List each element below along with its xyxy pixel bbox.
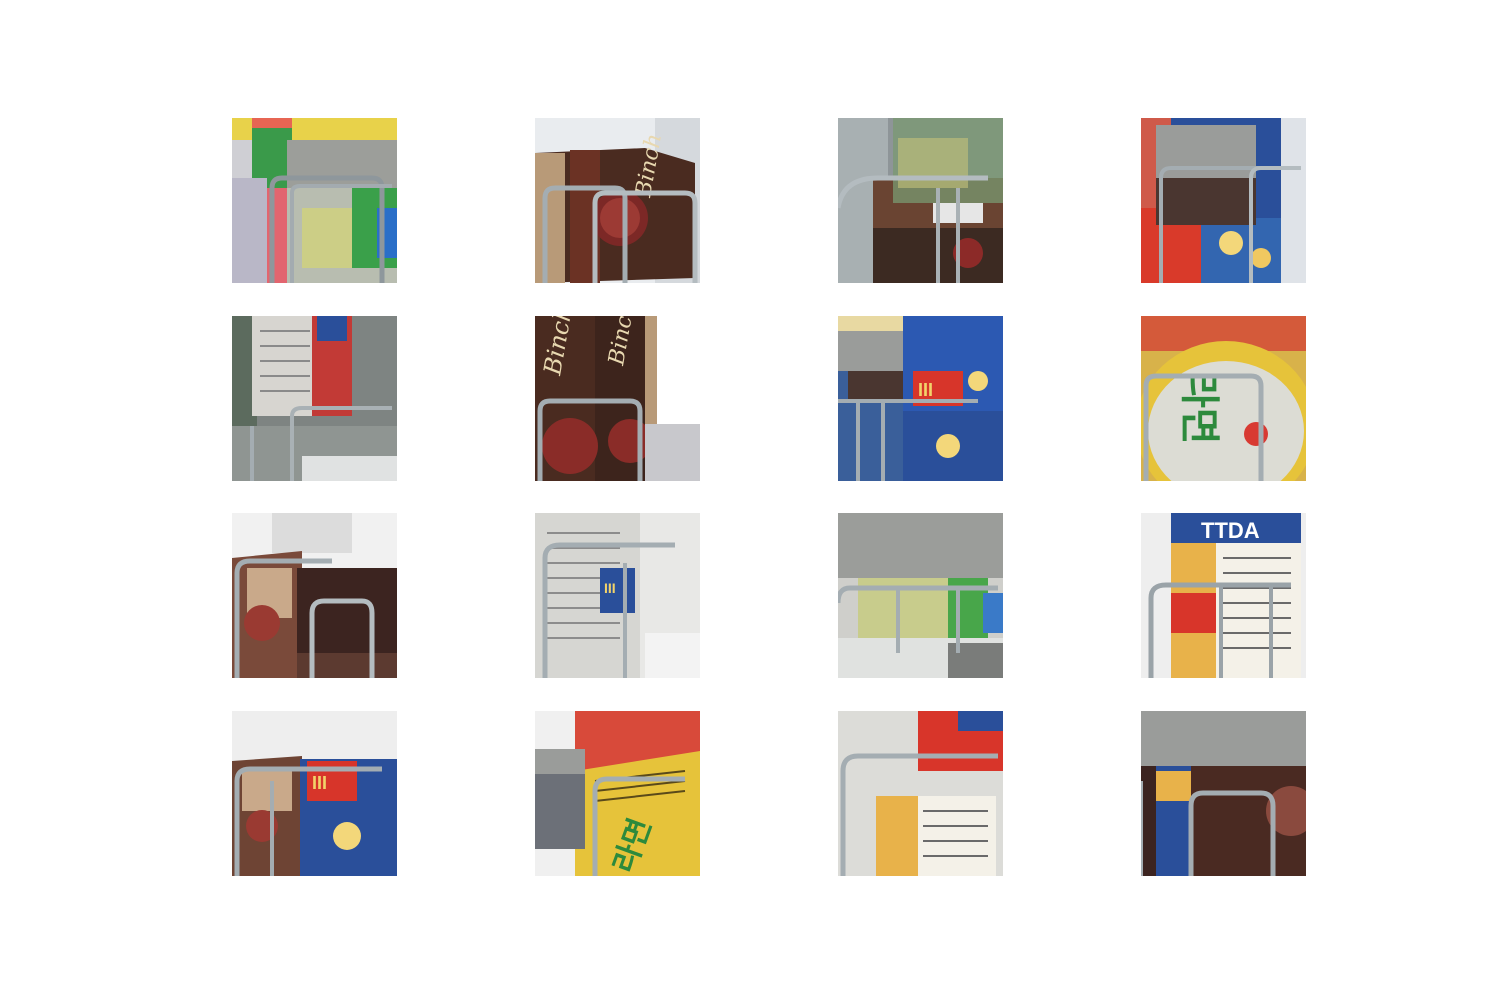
blue-popcorn-image: III [838, 316, 1003, 481]
image-tile-r3c2: III [535, 513, 700, 678]
binch-closeup-image: Binch Binch [535, 316, 700, 481]
svg-text:TTDA: TTDA [1201, 518, 1260, 543]
image-tile-r3c1 [232, 513, 397, 678]
image-tile-r2c3: III [838, 316, 1003, 481]
image-tile-r2c1 [232, 316, 397, 481]
binch-box-image: Binch [535, 118, 700, 283]
image-tile-r4c2: 라면 [535, 711, 700, 876]
image-tile-r2c2: Binch Binch [535, 316, 700, 481]
image-tile-r2c4: 라면 [1141, 316, 1306, 481]
snack-package-image [232, 118, 397, 283]
image-tile-r4c3 [838, 711, 1003, 876]
popcorn-nutrition-image: TTDA [1141, 513, 1306, 678]
image-tile-r3c4: TTDA [1141, 513, 1306, 678]
dark-box-image [1141, 711, 1306, 876]
popcorn-box-image [1141, 118, 1306, 283]
nutrition-popcorn-image [838, 711, 1003, 876]
blurred-snack-image [838, 513, 1003, 678]
stacked-boxes-image [838, 118, 1003, 283]
empty-shelf-image [232, 316, 397, 481]
image-tile-r4c4 [1141, 711, 1306, 876]
image-tile-r1c3 [838, 118, 1003, 283]
cookie-popcorn-image: III [232, 711, 397, 876]
cookie-box-edge-image [232, 513, 397, 678]
noodle-cup-image: 라면 [1141, 316, 1306, 481]
svg-text:라면: 라면 [1177, 371, 1221, 445]
svg-text:III: III [604, 580, 616, 596]
image-grid: Binch Binch Binch III 라면 III TTDA III 라면 [0, 0, 1500, 984]
nutrition-box-image: III [535, 513, 700, 678]
svg-text:III: III [312, 773, 327, 793]
image-tile-r4c1: III [232, 711, 397, 876]
image-tile-r1c4 [1141, 118, 1306, 283]
svg-text:III: III [918, 380, 933, 400]
image-tile-r1c1 [232, 118, 397, 283]
image-tile-r3c3 [838, 513, 1003, 678]
yellow-noodle-image: 라면 [535, 711, 700, 876]
image-tile-r1c2: Binch [535, 118, 700, 283]
